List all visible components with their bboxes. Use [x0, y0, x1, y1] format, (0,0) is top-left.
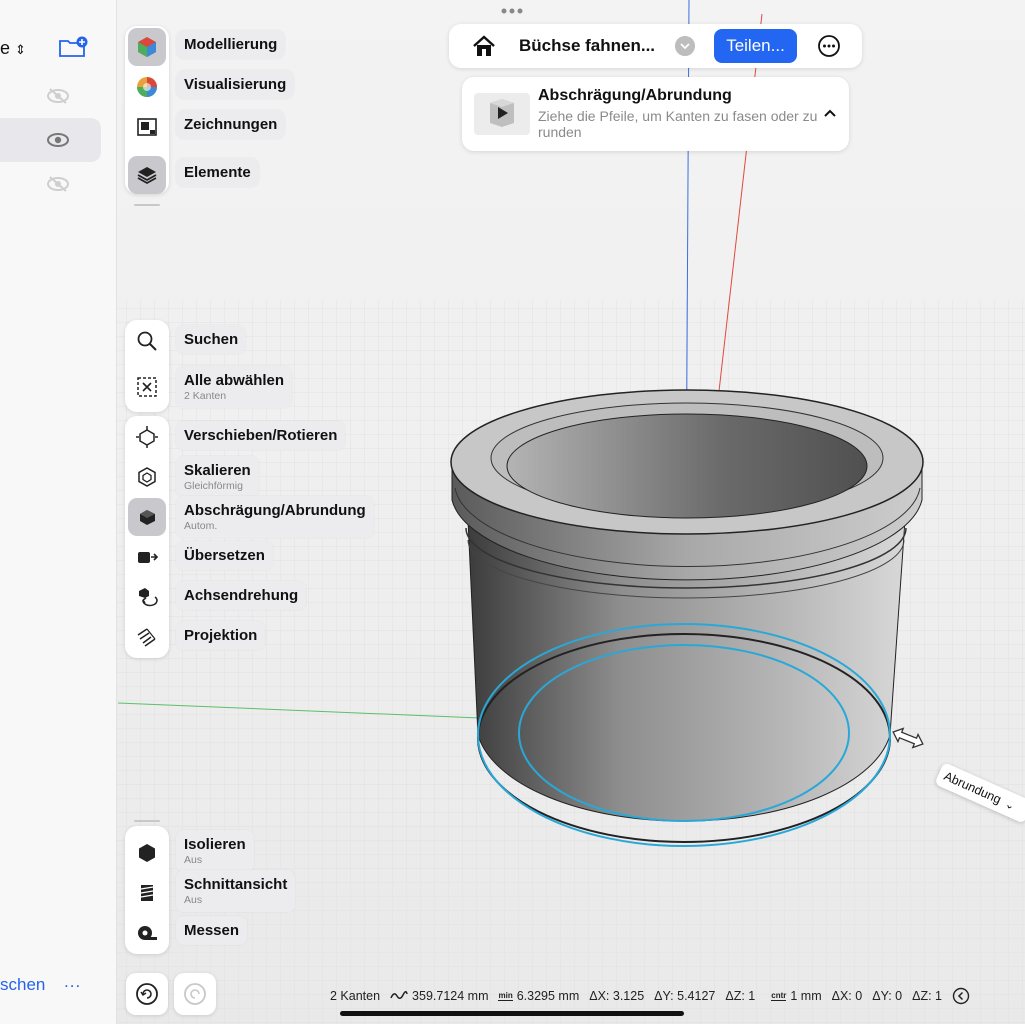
modeling-cube-icon	[128, 28, 166, 66]
list-item[interactable]	[0, 74, 101, 118]
tip-video-thumbnail[interactable]	[474, 93, 530, 135]
translate-icon	[128, 538, 166, 576]
deselect-icon	[128, 368, 166, 406]
share-button[interactable]: Teilen...	[714, 29, 797, 63]
axis-rotation-label[interactable]: Achsendrehung	[176, 581, 307, 610]
workspace-modeling-label[interactable]: Modellierung	[176, 30, 286, 59]
sort-selector[interactable]: e ⇕	[0, 38, 26, 59]
new-folder-icon[interactable]	[58, 36, 88, 58]
cylinder-part	[450, 389, 924, 847]
move-rotate-label[interactable]: Verschieben/Rotieren	[176, 421, 346, 450]
eye-slash-icon[interactable]	[46, 174, 70, 194]
section-view-text: Schnittansicht	[184, 876, 288, 893]
section-view-label[interactable]: Schnittansicht Aus	[176, 870, 296, 912]
search-tool-label[interactable]: Suchen	[176, 325, 247, 354]
color-sphere-icon	[128, 68, 166, 106]
move-rotate-icon	[128, 418, 166, 456]
selected-edges-count: 2 Kanten	[330, 989, 381, 1003]
workspace-elements-label[interactable]: Elemente	[176, 158, 259, 187]
chevron-up-icon[interactable]	[820, 105, 840, 121]
chevron-down-icon[interactable]	[675, 36, 695, 56]
workspace-visualization-label[interactable]: Visualisierung	[176, 70, 295, 99]
house-icon[interactable]	[471, 33, 497, 59]
min-delta-z: ΔZ: 1	[725, 989, 756, 1003]
chevron-updown-icon: ⇕	[15, 42, 26, 57]
section-view-icon	[128, 874, 166, 912]
center-distance-icon: cntr	[771, 990, 787, 1001]
translate-label[interactable]: Übersetzen	[176, 541, 273, 570]
projection-label[interactable]: Projektion	[176, 621, 266, 650]
search-link[interactable]: schen	[0, 975, 45, 995]
window-grabber-icon[interactable]	[500, 8, 524, 14]
min-delta-y: ΔY: 5.4127	[654, 989, 716, 1003]
center-delta-z: ΔZ: 1	[912, 989, 943, 1003]
undo-button[interactable]	[126, 973, 168, 1015]
tip-text: Ziehe die Pfeile, um Kanten zu fasen ode…	[538, 108, 818, 140]
min-delta-x: ΔX: 3.125	[589, 989, 645, 1003]
measure-label[interactable]: Messen	[176, 916, 248, 945]
divider	[134, 820, 160, 822]
total-length: 359.7124 mm	[412, 989, 489, 1003]
scale-cube-icon	[128, 458, 166, 496]
isolate-text: Isolieren	[184, 836, 246, 853]
list-item[interactable]	[0, 162, 101, 206]
center-delta-y: ΔY: 0	[872, 989, 903, 1003]
layers-icon	[128, 156, 166, 194]
min-distance: 6.3295 mm	[516, 989, 580, 1003]
eye-slash-icon[interactable]	[46, 86, 70, 106]
fillet-cube-icon	[128, 498, 166, 536]
chevron-down-icon: ⌄	[1003, 797, 1017, 813]
center-distance: 1 mm	[790, 989, 822, 1003]
length-wave-icon	[390, 991, 408, 999]
undo-icon	[136, 983, 158, 1005]
collapse-status-icon[interactable]	[952, 987, 970, 1005]
fillet-text: Abschrägung/Abrundung	[184, 502, 366, 519]
sort-label: e	[0, 38, 11, 58]
deselect-all-text: Alle abwählen	[184, 372, 285, 389]
scale-text: Skalieren	[184, 462, 251, 479]
more-link[interactable]: ...	[64, 972, 81, 992]
isolate-label[interactable]: Isolieren Aus	[176, 830, 254, 872]
home-indicator[interactable]	[340, 1011, 684, 1016]
tool-tip-card: Abschrägung/Abrundung Ziehe die Pfeile, …	[462, 77, 849, 151]
selection-count: 2 Kanten	[184, 390, 227, 402]
ellipsis-circle-icon[interactable]	[817, 34, 841, 58]
isolate-state: Aus	[184, 854, 203, 866]
section-view-state: Aus	[184, 894, 203, 906]
search-icon	[128, 322, 166, 360]
redo-button[interactable]	[174, 973, 216, 1015]
scale-label[interactable]: Skalieren Gleichförmig	[176, 456, 259, 498]
eye-icon[interactable]	[46, 130, 70, 150]
workspace-drawings-label[interactable]: Zeichnungen	[176, 110, 286, 139]
document-title[interactable]: Büchse fahnen...	[519, 36, 655, 56]
deselect-all-label[interactable]: Alle abwählen 2 Kanten	[176, 366, 293, 408]
fillet-chamfer-label[interactable]: Abschrägung/Abrundung Autom.	[176, 496, 374, 538]
fillet-mode: Autom.	[184, 520, 218, 532]
scale-mode: Gleichförmig	[184, 480, 243, 492]
measurement-status-bar: 2 Kanten 359.7124 mm min 6.3295 mm ΔX: 3…	[330, 986, 970, 1006]
tip-title: Abschrägung/Abrundung	[538, 87, 732, 104]
tape-measure-icon	[128, 914, 166, 952]
axis-rotation-icon	[128, 578, 166, 616]
hexagon-icon	[128, 834, 166, 872]
document-header: Büchse fahnen... Teilen...	[449, 24, 862, 68]
list-item[interactable]	[0, 118, 101, 162]
drawing-sheet-icon	[128, 108, 166, 146]
center-delta-x: ΔX: 0	[831, 989, 863, 1003]
divider	[134, 204, 160, 206]
projection-icon	[128, 618, 166, 656]
browser-sidepanel: e ⇕ schen ...	[0, 0, 117, 1024]
play-cube-icon	[490, 99, 514, 127]
min-distance-icon: min	[498, 990, 513, 1001]
redo-icon	[184, 983, 206, 1005]
